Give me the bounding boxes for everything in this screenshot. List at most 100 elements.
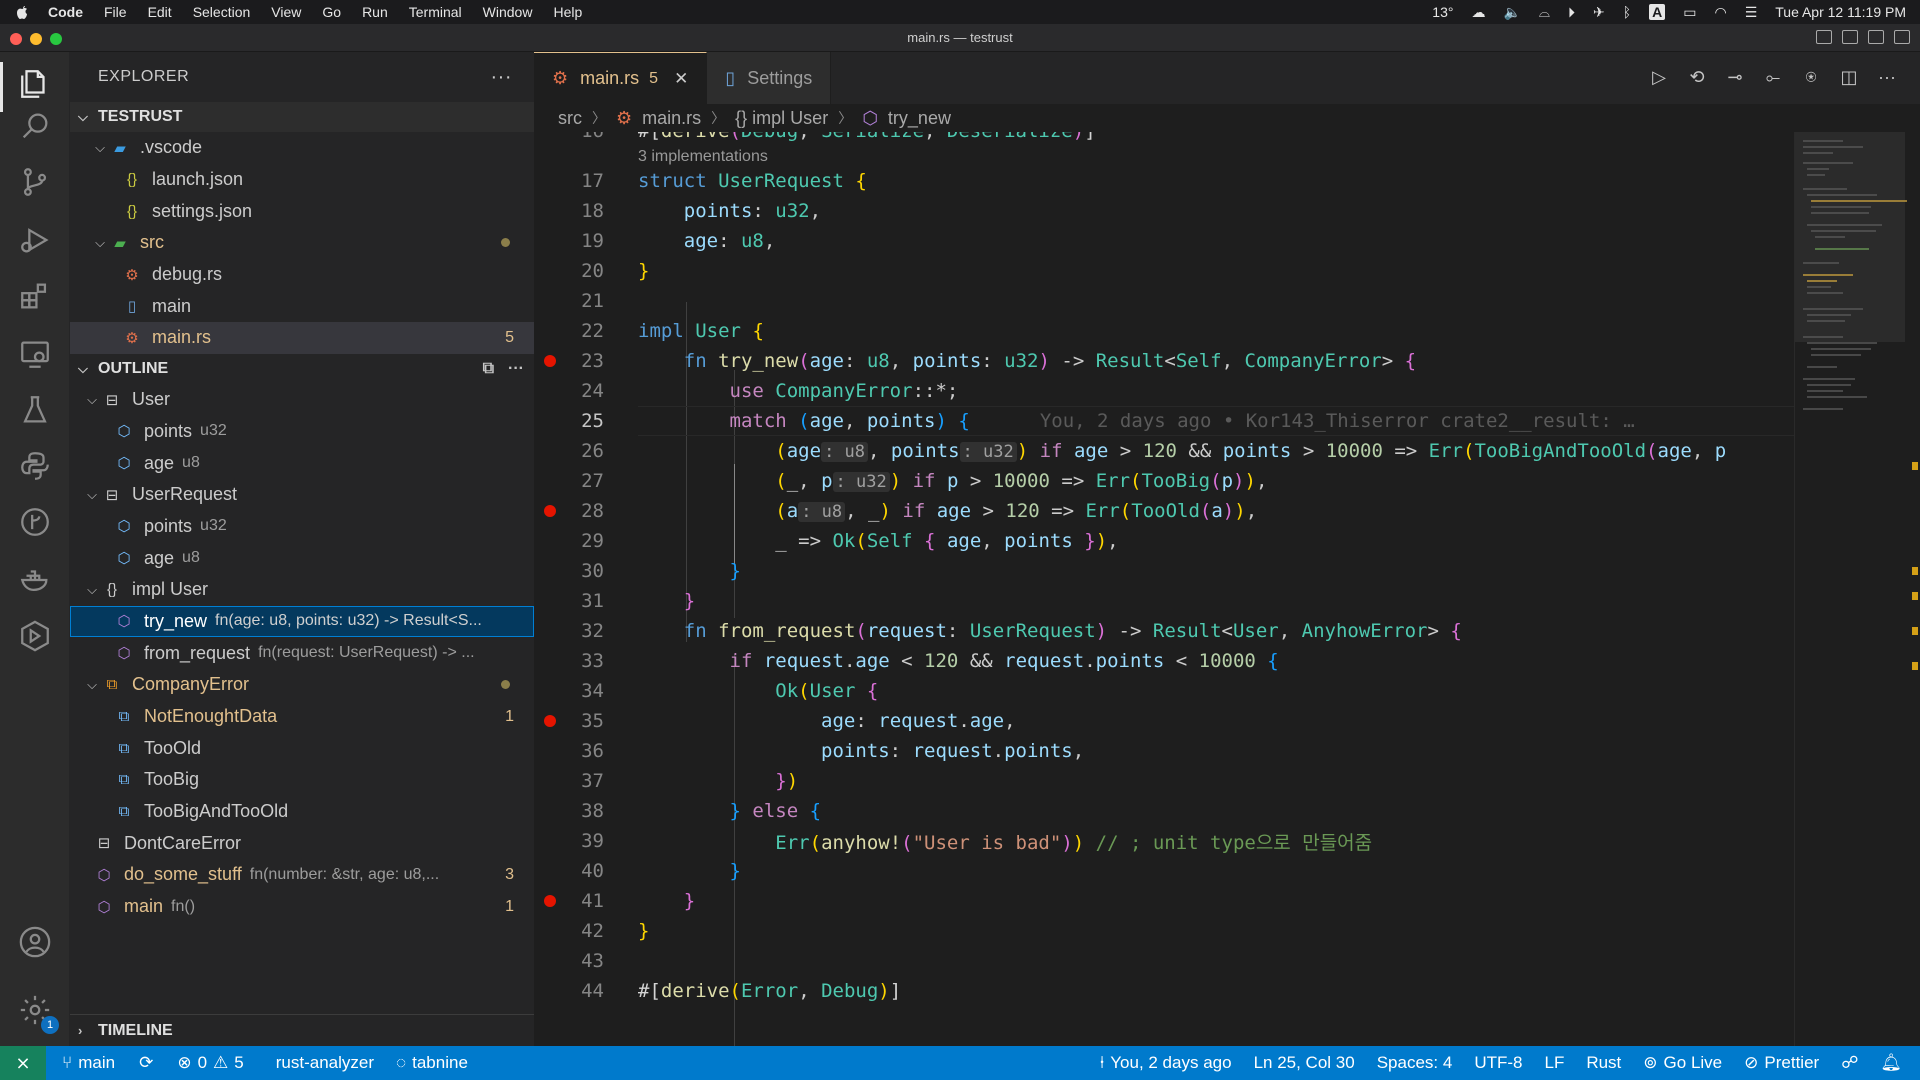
- rust-analyzer-status[interactable]: rust-analyzer: [276, 1053, 374, 1073]
- input-source-icon[interactable]: A: [1649, 4, 1666, 20]
- toggle-panel-icon[interactable]: [1842, 30, 1858, 44]
- outline-item-tooold[interactable]: ⧉ TooOld: [70, 732, 534, 764]
- project-section-header[interactable]: ⌵ TESTRUST: [70, 102, 534, 132]
- zoom-window-button[interactable]: [50, 33, 62, 45]
- menu-edit[interactable]: Edit: [148, 4, 172, 20]
- codelens-implementations[interactable]: 3 implementations: [638, 148, 768, 166]
- menu-view[interactable]: View: [271, 4, 301, 20]
- source-control-icon[interactable]: [17, 164, 53, 200]
- gitlens-icon[interactable]: [17, 618, 53, 654]
- outline-item-from-request[interactable]: ⬡ from_request fn(request: UserRequest) …: [70, 637, 534, 669]
- open-changes-icon[interactable]: ⟲: [1686, 66, 1708, 88]
- blame-icon[interactable]: ⍟: [1800, 66, 1822, 88]
- breadcrumb-src[interactable]: src: [558, 108, 582, 129]
- menu-app-code[interactable]: Code: [48, 4, 83, 20]
- tree-item-settings-json[interactable]: {} settings.json: [70, 195, 534, 227]
- apple-icon[interactable]: [14, 4, 30, 20]
- outline-item-dontcareerror[interactable]: ⊟ DontCareError: [70, 827, 534, 859]
- tree-item-main[interactable]: ▯ main: [70, 290, 534, 322]
- outline-item-userrequest[interactable]: ⌵ ⊟ UserRequest: [70, 479, 534, 511]
- code-editor[interactable]: 16 #[derive(Debug, Serialize, Deserializ…: [534, 132, 1794, 1046]
- breadcrumb-impl[interactable]: {} impl User: [735, 108, 828, 129]
- tree-item-main-rs[interactable]: ⚙ main.rs 5: [70, 322, 534, 354]
- tree-item-vscode-folder[interactable]: ⌵ ▰ .vscode: [70, 132, 534, 164]
- timeline-section-header[interactable]: › TIMELINE: [70, 1014, 534, 1046]
- tab-main-rs[interactable]: ⚙ main.rs 5 ✕: [534, 52, 708, 104]
- search-icon[interactable]: [17, 108, 53, 144]
- glasses-icon[interactable]: ⌓: [1539, 4, 1550, 21]
- indentation[interactable]: Spaces: 4: [1377, 1053, 1453, 1073]
- outline-item-user-age[interactable]: ⬡ age u8: [70, 447, 534, 479]
- breadcrumb-file[interactable]: main.rs: [642, 108, 701, 129]
- tree-item-debug-rs[interactable]: ⚙ debug.rs: [70, 259, 534, 291]
- cloud-icon[interactable]: ☁: [1471, 4, 1485, 21]
- menu-window[interactable]: Window: [483, 4, 533, 20]
- remote-indicator-icon[interactable]: ⨯: [0, 1046, 46, 1080]
- menu-terminal[interactable]: Terminal: [409, 4, 462, 20]
- outline-item-user[interactable]: ⌵ ⊟ User: [70, 384, 534, 416]
- feedback-icon[interactable]: ☍: [1841, 1053, 1858, 1073]
- problems-summary[interactable]: ⊗ 0 ⚠ 5: [177, 1053, 243, 1073]
- notifications-bell-icon[interactable]: 🔔︎: [1880, 1053, 1902, 1073]
- bluetooth-icon[interactable]: ᛒ: [1623, 4, 1631, 20]
- encoding[interactable]: UTF-8: [1474, 1053, 1522, 1073]
- git-blame-status[interactable]: ⍿ You, 2 days ago: [1100, 1053, 1232, 1073]
- python-icon[interactable]: [17, 448, 53, 484]
- menu-selection[interactable]: Selection: [193, 4, 251, 20]
- toggle-sidebar-icon[interactable]: [1816, 30, 1832, 44]
- outline-section-header[interactable]: ⌵ OUTLINE ⧉ ···: [70, 354, 534, 384]
- control-center-icon[interactable]: ☰: [1745, 4, 1758, 21]
- explorer-icon[interactable]: [17, 66, 53, 102]
- testing-icon[interactable]: [17, 392, 53, 428]
- toggle-secondary-sidebar-icon[interactable]: [1868, 30, 1884, 44]
- extensions-icon[interactable]: [17, 278, 53, 314]
- git-branch[interactable]: ⑂ main: [62, 1053, 115, 1073]
- next-change-icon[interactable]: ⟜: [1762, 66, 1784, 88]
- close-tab-icon[interactable]: ✕: [674, 69, 688, 89]
- outline-item-impl-user[interactable]: ⌵ {} impl User: [70, 574, 534, 606]
- run-debug-icon[interactable]: [17, 222, 53, 258]
- minimap[interactable]: [1794, 132, 1907, 1046]
- end-of-line[interactable]: LF: [1544, 1053, 1564, 1073]
- manage-gear-icon[interactable]: 1: [17, 992, 59, 1034]
- battery-icon[interactable]: ▭: [1683, 4, 1696, 21]
- tabnine-status[interactable]: ◌ tabnine: [396, 1053, 468, 1073]
- collapse-all-icon[interactable]: ⧉: [483, 360, 494, 378]
- previous-change-icon[interactable]: ⊸: [1724, 66, 1746, 88]
- outline-item-userrequest-points[interactable]: ⬡ points u32: [70, 511, 534, 543]
- git-graph-icon[interactable]: [17, 504, 53, 540]
- menu-file[interactable]: File: [104, 4, 127, 20]
- cursor-position[interactable]: Ln 25, Col 30: [1254, 1053, 1355, 1073]
- sync-icon[interactable]: ⟳: [139, 1053, 153, 1073]
- menu-run[interactable]: Run: [362, 4, 388, 20]
- outline-item-user-points[interactable]: ⬡ points u32: [70, 416, 534, 448]
- tree-item-src-folder[interactable]: ⌵ ▰ src: [70, 227, 534, 259]
- outline-more-icon[interactable]: ···: [508, 360, 524, 378]
- play-circle-icon[interactable]: ⏵: [1568, 4, 1575, 21]
- more-actions-icon[interactable]: ···: [491, 66, 512, 89]
- volume-icon[interactable]: 🔈: [1503, 4, 1520, 21]
- breadcrumb-symbol[interactable]: try_new: [888, 108, 951, 129]
- menu-help[interactable]: Help: [553, 4, 582, 20]
- customize-layout-icon[interactable]: [1894, 30, 1910, 44]
- outline-item-companyerror[interactable]: ⌵ ⧉ CompanyError: [70, 669, 534, 701]
- outline-item-notenoughtdata[interactable]: ⧉ NotEnoughtData 1: [70, 701, 534, 733]
- remote-explorer-icon[interactable]: [17, 336, 53, 372]
- accounts-icon[interactable]: [17, 924, 53, 960]
- menubar-datetime[interactable]: Tue Apr 12 11:19 PM: [1775, 4, 1906, 20]
- outline-item-toobigandtooold[interactable]: ⧉ TooBigAndTooOld: [70, 796, 534, 828]
- minimize-window-button[interactable]: [30, 33, 42, 45]
- tab-settings[interactable]: ▯ Settings: [707, 52, 832, 104]
- outline-item-do-some-stuff[interactable]: ⬡ do_some_stuff fn(number: &str, age: u8…: [70, 859, 534, 891]
- run-icon[interactable]: ▷: [1648, 66, 1670, 88]
- docker-icon[interactable]: [17, 562, 53, 598]
- tree-item-launch-json[interactable]: {} launch.json: [70, 164, 534, 196]
- close-window-button[interactable]: [10, 33, 22, 45]
- wifi-icon[interactable]: ◠: [1714, 4, 1726, 21]
- outline-item-userrequest-age[interactable]: ⬡ age u8: [70, 542, 534, 574]
- go-live-button[interactable]: ⊚ Go Live: [1643, 1053, 1722, 1073]
- editor-more-icon[interactable]: ···: [1876, 66, 1898, 88]
- bird-icon[interactable]: ✈: [1593, 4, 1605, 21]
- menu-go[interactable]: Go: [322, 4, 341, 20]
- weather-temperature[interactable]: 13°: [1432, 4, 1453, 20]
